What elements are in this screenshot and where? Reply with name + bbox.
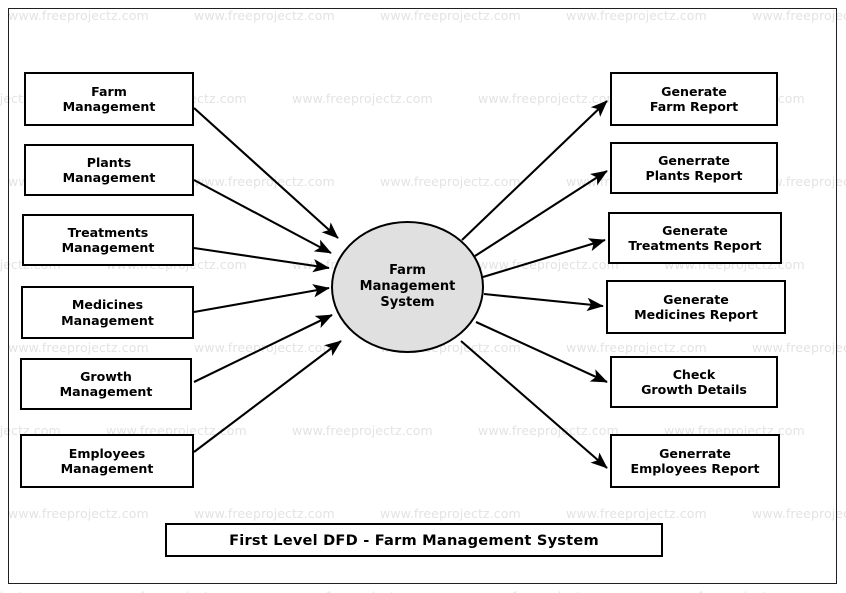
output-generate-plants-report[interactable]: Generrate Plants Report (610, 142, 778, 194)
entity-medicines-management[interactable]: Medicines Management (21, 286, 194, 339)
dfd-diagram-canvas: www.freeprojectz.com www.freeprojectz.com… (0, 0, 846, 593)
entity-label: Employees Management (60, 445, 154, 476)
output-label: Check Growth Details (641, 366, 747, 397)
process-farm-management-system[interactable]: Farm Management System (331, 221, 484, 353)
entity-employees-management[interactable]: Employees Management (20, 434, 194, 488)
output-generate-treatments-report[interactable]: Generate Treatments Report (608, 212, 782, 264)
entity-label: Growth Management (59, 368, 153, 399)
output-generate-employees-report[interactable]: Generrate Employees Report (610, 434, 780, 488)
watermark-text: www.freeprojectz.com (106, 589, 247, 593)
entity-treatments-management[interactable]: Treatments Management (22, 214, 194, 266)
output-label: Generate Farm Report (649, 83, 739, 114)
watermark-text: www.freeprojectz.com (664, 589, 805, 593)
entity-farm-management[interactable]: Farm Management (24, 72, 194, 126)
output-generate-medicines-report[interactable]: Generate Medicines Report (606, 280, 786, 334)
output-generate-farm-report[interactable]: Generate Farm Report (610, 72, 778, 126)
diagram-title: First Level DFD - Farm Management System (229, 531, 599, 549)
entity-label: Treatments Management (61, 224, 155, 255)
output-label: Generate Medicines Report (634, 291, 758, 322)
entity-label: Farm Management (62, 83, 156, 114)
entity-growth-management[interactable]: Growth Management (20, 358, 192, 410)
output-label: Generate Treatments Report (628, 222, 762, 253)
entity-label: Plants Management (62, 154, 156, 185)
watermark-text: www.freeprojectz.com (478, 589, 619, 593)
output-label: Generrate Employees Report (630, 445, 760, 476)
output-check-growth-details[interactable]: Check Growth Details (610, 356, 778, 408)
watermark-text: www.freeprojectz.com (0, 589, 61, 593)
entity-plants-management[interactable]: Plants Management (24, 144, 194, 196)
watermark-text: www.freeprojectz.com (292, 589, 433, 593)
output-label: Generrate Plants Report (645, 152, 743, 183)
process-label: Farm Management System (359, 262, 456, 311)
entity-label: Medicines Management (61, 297, 154, 328)
diagram-title-box: First Level DFD - Farm Management System (165, 523, 663, 557)
